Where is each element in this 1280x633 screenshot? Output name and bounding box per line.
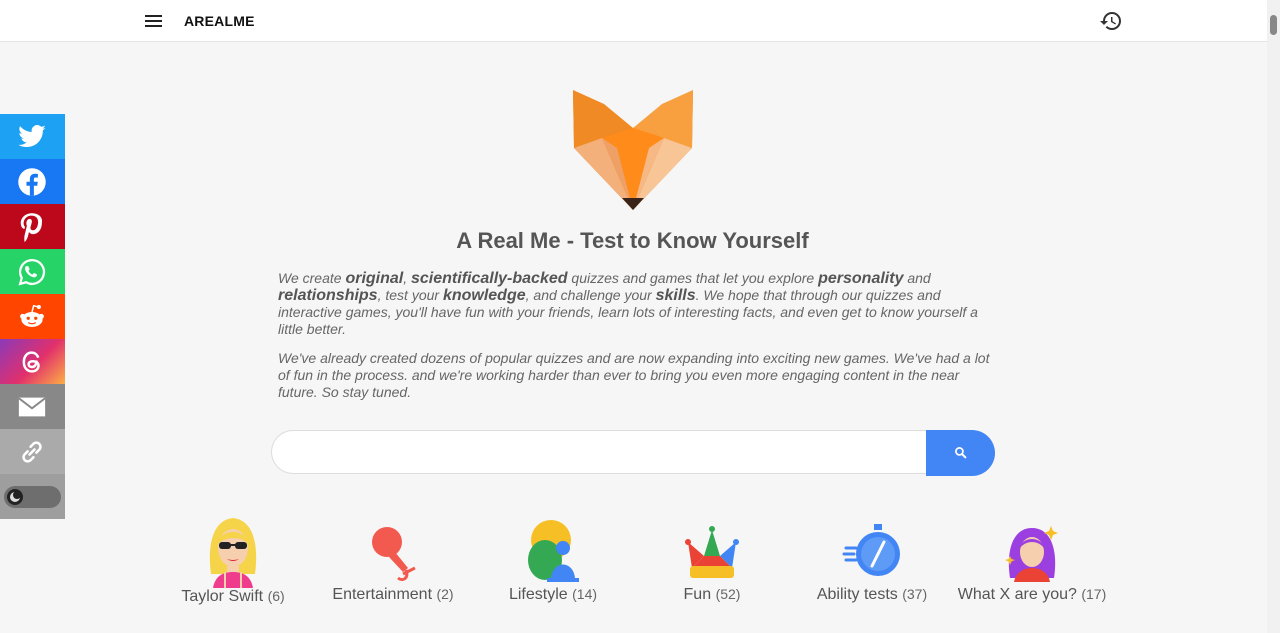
scrollbar-thumb[interactable] xyxy=(1270,15,1277,35)
share-reddit-button[interactable] xyxy=(0,294,65,339)
site-brand[interactable]: AREALME xyxy=(184,13,255,29)
reddit-icon xyxy=(20,304,44,327)
category-list: Taylor Swift (6) Entertainment (2) Lifes… xyxy=(0,510,1280,633)
email-icon xyxy=(18,397,46,417)
intro-paragraph: We create original, scientifically-backe… xyxy=(278,270,978,337)
page-title: A Real Me - Test to Know Yourself xyxy=(456,228,809,253)
search-button[interactable] xyxy=(926,430,995,476)
menu-button[interactable] xyxy=(144,12,164,30)
fox-logo xyxy=(573,90,693,210)
search-bar xyxy=(271,430,995,476)
share-threads-button[interactable] xyxy=(0,339,65,384)
taylor-swift-icon xyxy=(209,518,257,588)
lifestyle-icon xyxy=(528,520,579,582)
category-label: Fun (52) xyxy=(683,586,741,603)
category-lifestyle[interactable]: Lifestyle (14) xyxy=(503,518,603,604)
copy-link-button[interactable] xyxy=(0,429,65,474)
toggle-track xyxy=(4,486,61,508)
avatar-icon xyxy=(1005,526,1058,582)
share-sidebar xyxy=(0,114,65,519)
hamburger-line xyxy=(145,25,162,27)
hamburger-line xyxy=(145,20,162,22)
hamburger-line xyxy=(145,15,162,17)
jester-hat-icon xyxy=(685,526,739,578)
share-facebook-button[interactable] xyxy=(0,159,65,204)
category-ability-tests[interactable]: Ability tests (37) xyxy=(812,522,932,604)
category-taylor-swift[interactable]: Taylor Swift (6) xyxy=(173,514,293,606)
category-label: Taylor Swift (6) xyxy=(181,588,285,605)
whatsapp-icon xyxy=(18,258,46,286)
category-label: Ability tests (37) xyxy=(816,586,928,603)
stopwatch-icon xyxy=(842,524,900,576)
share-email-button[interactable] xyxy=(0,384,65,429)
microphone-icon xyxy=(372,527,416,582)
category-entertainment[interactable]: Entertainment (2) xyxy=(328,522,458,604)
search-input[interactable] xyxy=(271,430,926,474)
category-label: Lifestyle (14) xyxy=(508,586,598,603)
facebook-icon xyxy=(18,168,46,196)
category-label: What X are you? (17) xyxy=(957,586,1107,603)
share-whatsapp-button[interactable] xyxy=(0,249,65,294)
category-fun[interactable]: Fun (52) xyxy=(672,522,752,604)
twitter-icon xyxy=(18,125,46,148)
share-twitter-button[interactable] xyxy=(0,114,65,159)
top-bar: AREALME xyxy=(0,0,1280,42)
moon-icon xyxy=(7,489,23,505)
category-label: Entertainment (2) xyxy=(332,586,454,603)
search-icon xyxy=(955,447,967,459)
history-icon xyxy=(1100,12,1121,31)
category-what-x-are-you[interactable]: What X are you? (17) xyxy=(954,522,1110,604)
history-button[interactable] xyxy=(1099,9,1123,33)
threads-icon xyxy=(22,351,40,373)
intro-paragraph-2: We've already created dozens of popular … xyxy=(278,350,990,400)
intro-text: We create original, scientifically-backe… xyxy=(278,270,990,413)
link-icon xyxy=(22,441,42,463)
